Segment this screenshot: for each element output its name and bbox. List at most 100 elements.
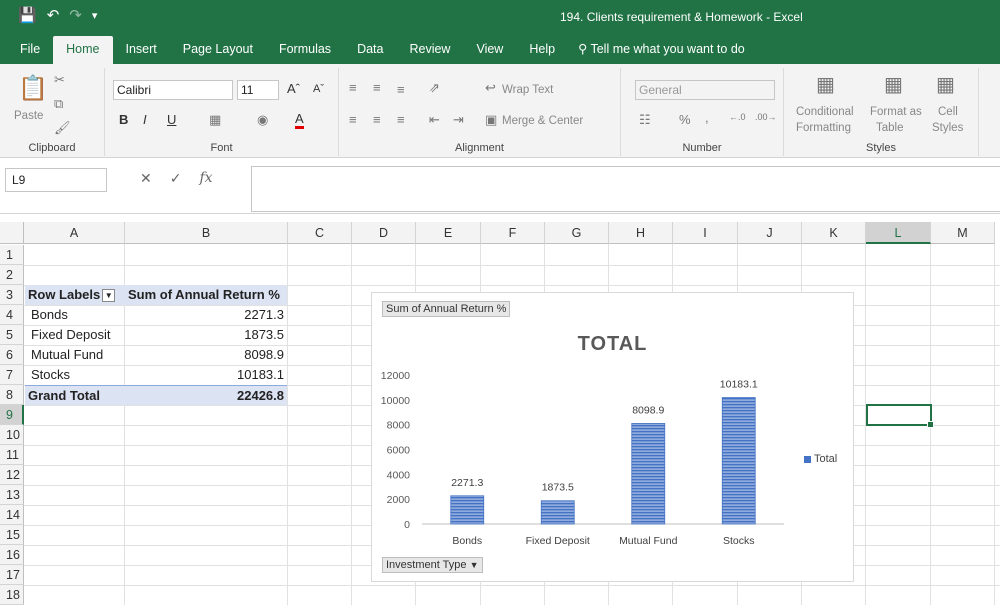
enter-icon[interactable]: ✓	[170, 170, 182, 187]
pivot-row-value[interactable]: 2271.3	[125, 305, 287, 325]
column-header-d[interactable]: D	[352, 222, 416, 244]
row-header-4[interactable]: 4	[0, 305, 24, 325]
format-as-table-icon[interactable]: ▦	[884, 72, 903, 97]
row-header-15[interactable]: 15	[0, 525, 24, 545]
number-format-box[interactable]: General	[635, 80, 775, 100]
column-header-j[interactable]: J	[738, 222, 802, 244]
paste-button[interactable]: Paste	[14, 110, 43, 122]
cell-styles-icon[interactable]: ▦	[936, 72, 955, 97]
pivot-row-value[interactable]: 8098.9	[125, 345, 287, 365]
tab-data[interactable]: Data	[344, 36, 396, 64]
tab-page-layout[interactable]: Page Layout	[170, 36, 266, 64]
wrap-text-button[interactable]: Wrap Text	[502, 84, 553, 96]
font-name-box[interactable]: Calibri	[113, 80, 233, 100]
increase-indent-icon[interactable]: ⇥	[453, 112, 464, 128]
tab-formulas[interactable]: Formulas	[266, 36, 344, 64]
column-header-k[interactable]: K	[802, 222, 866, 244]
conditional-formatting-button[interactable]: Conditional	[796, 106, 854, 118]
font-color-icon[interactable]: A	[295, 112, 304, 129]
comma-button[interactable]: ,	[705, 110, 709, 125]
undo-icon[interactable]: ↶	[47, 6, 60, 24]
align-left-icon[interactable]: ≡	[349, 112, 357, 127]
row-header-10[interactable]: 10	[0, 425, 24, 445]
column-header-i[interactable]: I	[673, 222, 738, 244]
format-as-table-button[interactable]: Format as	[870, 106, 922, 118]
font-size-box[interactable]: 11	[237, 80, 279, 100]
wrap-text-icon[interactable]: ↩	[485, 80, 496, 96]
orientation-icon[interactable]: ⇗	[429, 80, 440, 96]
row-header-12[interactable]: 12	[0, 465, 24, 485]
pivot-value-header[interactable]: Sum of Annual Return %	[125, 285, 287, 305]
pivot-row-label[interactable]: Fixed Deposit	[25, 325, 125, 345]
borders-icon[interactable]: ▦	[209, 112, 221, 128]
row-header-5[interactable]: 5	[0, 325, 24, 345]
row-header-8[interactable]: 8	[0, 385, 24, 405]
row-header-9[interactable]: 9	[0, 405, 24, 425]
column-header-c[interactable]: C	[288, 222, 352, 244]
merge-center-icon[interactable]: ▣	[485, 112, 497, 128]
row-header-14[interactable]: 14	[0, 505, 24, 525]
formula-input[interactable]	[251, 166, 1000, 212]
row-header-18[interactable]: 18	[0, 585, 24, 605]
format-as-table-button-2[interactable]: Table	[876, 122, 904, 134]
align-center-icon[interactable]: ≡	[373, 112, 381, 127]
format-painter-icon[interactable]: 🖌	[54, 120, 71, 136]
accounting-format-icon[interactable]: ☷	[639, 112, 651, 128]
column-header-e[interactable]: E	[416, 222, 481, 244]
grow-font-icon[interactable]: Aˆ	[287, 81, 300, 96]
row-header-17[interactable]: 17	[0, 565, 24, 585]
pivot-row-value[interactable]: 10183.1	[125, 365, 287, 385]
paste-icon[interactable]: 📋	[18, 74, 48, 103]
row-header-13[interactable]: 13	[0, 485, 24, 505]
active-cell-selection[interactable]	[866, 404, 934, 428]
conditional-formatting-button-2[interactable]: Formatting	[796, 122, 851, 134]
tab-home[interactable]: Home	[53, 36, 113, 64]
bold-button[interactable]: B	[119, 112, 128, 127]
column-header-f[interactable]: F	[481, 222, 545, 244]
row-header-6[interactable]: 6	[0, 345, 24, 365]
redo-icon[interactable]: ↷	[69, 6, 82, 24]
conditional-formatting-icon[interactable]: ▦	[816, 72, 835, 97]
bottom-align-icon[interactable]: ≡	[397, 82, 405, 97]
insert-function-icon[interactable]: fx	[199, 170, 212, 187]
top-align-icon[interactable]: ≡	[349, 80, 357, 95]
pivot-row-label[interactable]: Mutual Fund	[25, 345, 125, 365]
customize-qat-icon[interactable]: ▾	[92, 9, 98, 22]
column-header-b[interactable]: B	[125, 222, 288, 244]
row-header-3[interactable]: 3	[0, 285, 24, 305]
tab-insert[interactable]: Insert	[113, 36, 170, 64]
cell-styles-button[interactable]: Cell	[938, 106, 958, 118]
tab-view[interactable]: View	[463, 36, 516, 64]
tell-me-search[interactable]: ⚲ Tell me what you want to do	[578, 36, 745, 64]
row-header-7[interactable]: 7	[0, 365, 24, 385]
row-header-2[interactable]: 2	[0, 265, 24, 285]
column-header-g[interactable]: G	[545, 222, 609, 244]
middle-align-icon[interactable]: ≡	[373, 80, 381, 95]
copy-icon[interactable]: ⧉	[54, 96, 63, 112]
italic-button[interactable]: I	[143, 112, 147, 127]
cancel-icon[interactable]: ✕	[140, 170, 152, 187]
align-right-icon[interactable]: ≡	[397, 112, 405, 127]
pivot-row-labels-header[interactable]: Row Labels ▼	[25, 285, 125, 305]
underline-button[interactable]: U	[167, 112, 176, 127]
tab-review[interactable]: Review	[396, 36, 463, 64]
fill-color-icon[interactable]: ◉	[257, 112, 268, 128]
pivot-chart[interactable]: Sum of Annual Return % TOTAL 0 2000 4000 60…	[371, 292, 854, 582]
select-all-corner[interactable]	[0, 222, 24, 244]
name-box[interactable]: L9	[5, 168, 107, 192]
tab-help[interactable]: Help	[516, 36, 568, 64]
column-header-h[interactable]: H	[609, 222, 673, 244]
percent-button[interactable]: %	[679, 112, 691, 127]
merge-center-button[interactable]: Merge & Center	[502, 115, 583, 127]
pivot-grand-total-value[interactable]: 22426.8	[125, 385, 287, 405]
row-header-11[interactable]: 11	[0, 445, 24, 465]
cell-styles-button-2[interactable]: Styles	[932, 122, 963, 134]
row-header-16[interactable]: 16	[0, 545, 24, 565]
column-header-m[interactable]: M	[931, 222, 995, 244]
pivot-row-value[interactable]: 1873.5	[125, 325, 287, 345]
axis-field-button[interactable]: Investment Type ▼	[382, 557, 483, 573]
chart-legend[interactable]: Total	[804, 453, 837, 465]
filter-dropdown-icon[interactable]: ▼	[102, 289, 116, 303]
decrease-decimal-icon[interactable]: .00→	[755, 112, 777, 122]
column-header-l[interactable]: L	[866, 222, 931, 244]
